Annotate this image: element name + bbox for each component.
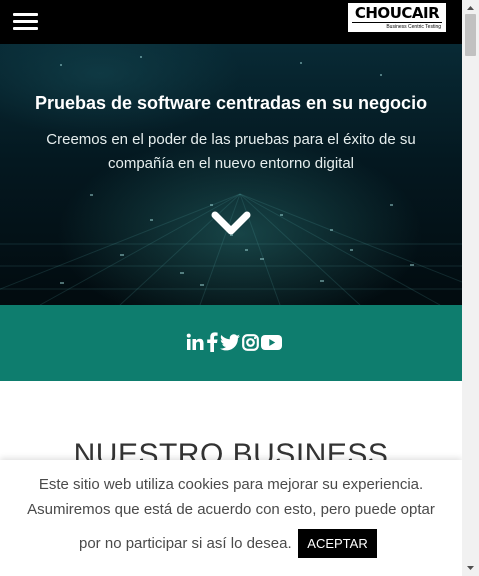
logo-rule bbox=[352, 22, 442, 23]
hero-subtitle-line-2: compañía en el nuevo entorno digital bbox=[107, 155, 354, 172]
hero-title: Pruebas de software centradas en su nego… bbox=[34, 93, 428, 113]
youtube-icon[interactable] bbox=[261, 334, 282, 350]
cookie-text-line-1: Este sitio web utiliza cookies para mejo… bbox=[38, 476, 424, 493]
hero-subtitle-line-1: Creemos en el poder de las pruebas para … bbox=[46, 131, 416, 148]
scrollbar[interactable] bbox=[462, 0, 479, 576]
chevron-down-icon[interactable] bbox=[211, 210, 251, 238]
choucair-logo[interactable]: CHOUCAIR Business Centric Testing bbox=[347, 2, 447, 33]
instagram-icon[interactable] bbox=[242, 333, 259, 351]
social-bar bbox=[0, 305, 462, 381]
facebook-icon[interactable] bbox=[206, 332, 218, 352]
top-navbar: CHOUCAIR Business Centric Testing bbox=[0, 0, 462, 44]
scrollbar-thumb[interactable] bbox=[465, 14, 476, 56]
scroll-down-arrow-icon[interactable] bbox=[462, 562, 479, 574]
cookie-text-line-3: por no participar si así lo desea. bbox=[79, 535, 292, 552]
twitter-icon[interactable] bbox=[220, 333, 240, 351]
logo-tagline: Business Centric Testing bbox=[386, 24, 441, 30]
social-icons bbox=[186, 331, 284, 353]
hamburger-icon[interactable] bbox=[13, 13, 38, 31]
cookie-banner: Este sitio web utiliza cookies para mejo… bbox=[0, 460, 462, 576]
hero-banner: Pruebas de software centradas en su nego… bbox=[0, 44, 462, 305]
cookie-text-line-2: Asumiremos que está de acuerdo con esto,… bbox=[27, 501, 435, 518]
logo-name: CHOUCAIR bbox=[354, 4, 440, 22]
accept-cookies-button[interactable]: ACEPTAR bbox=[298, 529, 377, 558]
hero-subtitle: Creemos en el poder de las pruebas para … bbox=[20, 128, 442, 176]
linkedin-icon[interactable] bbox=[186, 333, 204, 351]
scroll-up-arrow-icon[interactable] bbox=[462, 2, 479, 14]
page: CHOUCAIR Business Centric Testing Prueba… bbox=[0, 0, 462, 576]
